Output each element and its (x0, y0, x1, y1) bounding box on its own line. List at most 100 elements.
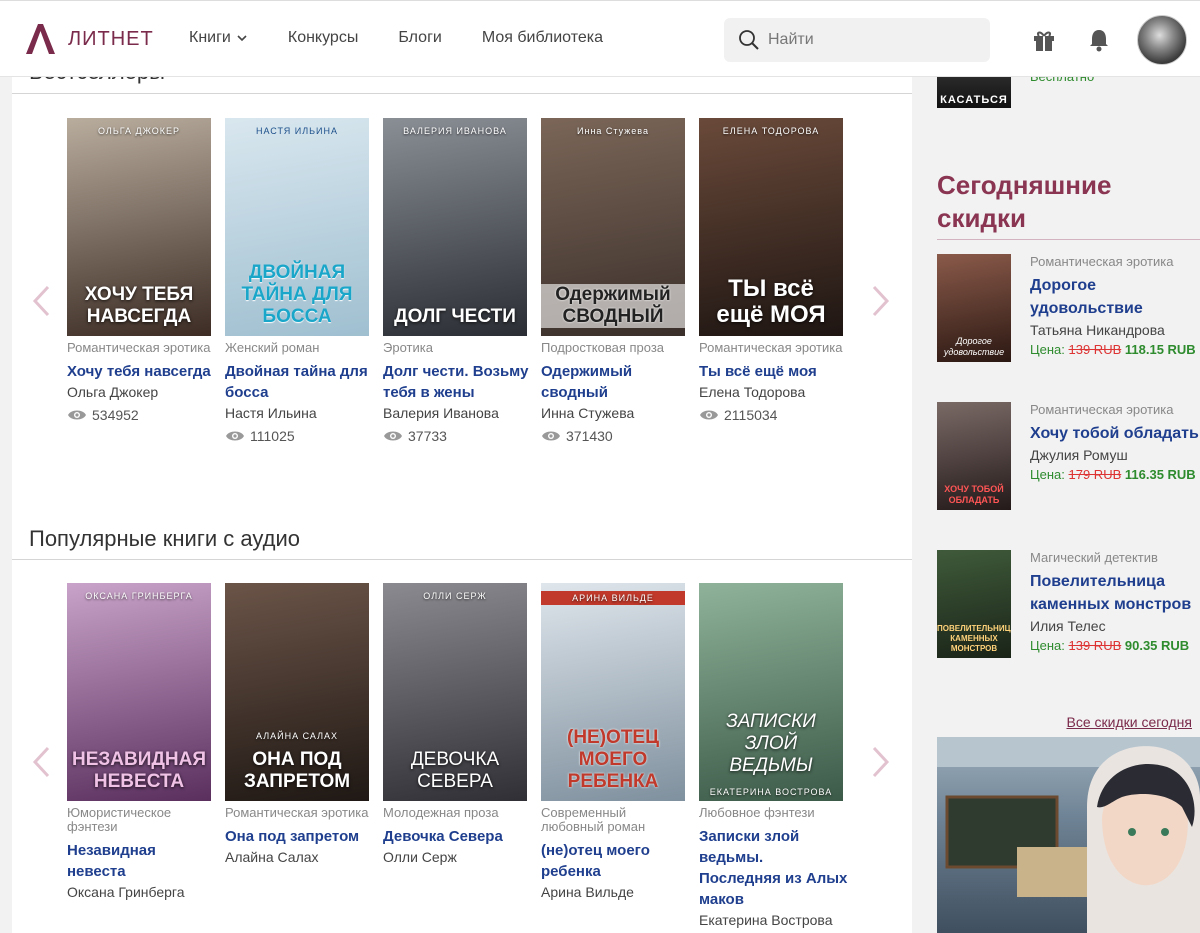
book-cover[interactable]: ЕКАТЕРИНА ВОСТРОВА ЗАПИСКИ ЗЛОЙ ВЕДЬМЫ (699, 583, 843, 801)
book-genre[interactable]: Эротика (383, 341, 533, 355)
logo[interactable]: ЛИТНЕТ (24, 21, 154, 57)
views-count: 2115034 (724, 407, 778, 423)
chevron-down-icon (237, 35, 247, 42)
book-title[interactable]: Она под запретом (225, 826, 375, 847)
book-card[interactable]: ОЛЛИ СЕРЖ ДЕВОЧКА СЕВЕРА Молодежная проза… (383, 583, 533, 867)
bestsellers-next-arrow-icon[interactable] (870, 284, 892, 318)
book-cover[interactable]: АЛАЙНА САЛАХ ОНА ПОД ЗАПРЕТОМ (225, 583, 369, 801)
audio-next-arrow-icon[interactable] (870, 745, 892, 779)
book-cover[interactable]: ПОВЕЛИТЕЛЬНИЦА КАМЕННЫХ МОНСТРОВ (937, 550, 1011, 658)
book-author[interactable]: Валерия Иванова (383, 403, 533, 423)
cover-title: НЕЗАВИДНАЯ НЕВЕСТА (71, 749, 207, 792)
cover-title: ДВОЙНАЯ ТАЙНА ДЛЯ БОССА (241, 262, 353, 327)
book-author[interactable]: Олли Серж (383, 847, 533, 867)
book-cover[interactable]: АРИНА ВИЛЬДЕ (НЕ)ОТЕЦ МОЕГО РЕБЕНКА (541, 583, 685, 801)
book-card[interactable]: АЛАЙНА САЛАХ ОНА ПОД ЗАПРЕТОМ Романтическ… (225, 583, 375, 867)
book-card[interactable]: ВАЛЕРИЯ ИВАНОВА ДОЛГ ЧЕСТИ Эротика Долг ч… (383, 118, 533, 444)
book-cover[interactable]: ОКСАНА ГРИНБЕРГА НЕЗАВИДНАЯ НЕВЕСТА (67, 583, 211, 801)
user-avatar[interactable] (1137, 15, 1187, 65)
book-card[interactable]: ЕЛЕНА ТОДОРОВА ТЫ всё ещё МОЯ Романтическ… (699, 118, 849, 423)
book-author[interactable]: Инна Стужева (541, 403, 691, 423)
eye-icon (68, 410, 86, 420)
deal-title[interactable]: Дорогое удовольствие (1030, 274, 1200, 320)
book-views: 37733 (383, 428, 533, 444)
deal-genre[interactable]: Магический детектив (1030, 550, 1200, 566)
book-card[interactable]: Инна Стужева Одержимый СВОДНЫЙ Подростков… (541, 118, 691, 444)
book-author[interactable]: Елена Тодорова (699, 382, 849, 402)
book-title[interactable]: Девочка Севера (383, 826, 533, 847)
book-author[interactable]: Ольга Джокер (67, 382, 217, 402)
book-author[interactable]: Арина Вильде (541, 882, 691, 902)
book-title[interactable]: Ты всё ещё моя (699, 361, 849, 382)
old-price: 179 RUB (1068, 467, 1122, 482)
book-card[interactable]: АРИНА ВИЛЬДЕ (НЕ)ОТЕЦ МОЕГО РЕБЕНКА Совре… (541, 583, 691, 902)
book-title[interactable]: Долг чести. Возьму тебя в жены (383, 361, 533, 403)
book-card[interactable]: ЕКАТЕРИНА ВОСТРОВА ЗАПИСКИ ЗЛОЙ ВЕДЬМЫ Лю… (699, 583, 849, 930)
deal-author[interactable]: Джулия Ромуш (1030, 445, 1200, 465)
book-author[interactable]: Екатерина Вострова (699, 910, 849, 930)
book-title[interactable]: Записки злой ведьмы. Последняя из Алых м… (699, 826, 849, 910)
nav-contests[interactable]: Конкурсы (288, 29, 358, 47)
bell-icon[interactable] (1086, 27, 1112, 53)
book-cover[interactable]: ЕЛЕНА ТОДОРОВА ТЫ всё ещё МОЯ (699, 118, 843, 336)
book-genre[interactable]: Романтическая эротика (67, 341, 217, 355)
book-genre[interactable]: Молодежная проза (383, 806, 533, 820)
nav-books[interactable]: Книги (189, 29, 248, 47)
book-title[interactable]: Двойная тайна для босса (225, 361, 375, 403)
book-title[interactable]: (не)отец моего ребенка (541, 840, 691, 882)
book-title[interactable]: Хочу тебя навсегда (67, 361, 217, 382)
search-icon[interactable] (738, 29, 760, 51)
book-cover[interactable]: ОЛЛИ СЕРЖ ДЕВОЧКА СЕВЕРА (383, 583, 527, 801)
deal-genre[interactable]: Романтическая эротика (1030, 254, 1200, 270)
gift-icon[interactable] (1031, 27, 1057, 53)
book-title[interactable]: Незавидная невеста (67, 840, 217, 882)
book-views: 2115034 (699, 407, 849, 423)
book-genre[interactable]: Романтическая эротика (225, 806, 375, 820)
book-genre[interactable]: Романтическая эротика (699, 341, 849, 355)
deal-genre[interactable]: Романтическая эротика (1030, 402, 1200, 418)
section-divider (937, 239, 1200, 240)
eye-icon (542, 431, 560, 441)
book-author[interactable]: Оксана Гринберга (67, 882, 217, 902)
book-author[interactable]: Алайна Салах (225, 847, 375, 867)
book-cover[interactable]: ХОЧУ ТОБОЙ ОБЛАДАТЬ (937, 402, 1011, 510)
search-box (724, 18, 990, 62)
bestsellers-prev-arrow-icon[interactable] (30, 284, 52, 318)
deal-title[interactable]: Хочу тобой обладать (1030, 422, 1200, 445)
book-cover[interactable]: НАСТЯ ИЛЬИНА ДВОЙНАЯ ТАЙНА ДЛЯ БОССА (225, 118, 369, 336)
book-genre[interactable]: Подростковая проза (541, 341, 691, 355)
cover-title: ТЫ всё ещё МОЯ (716, 275, 826, 328)
search-input[interactable] (768, 31, 968, 49)
cover-author: НАСТЯ ИЛЬИНА (255, 126, 339, 136)
book-card[interactable]: НАСТЯ ИЛЬИНА ДВОЙНАЯ ТАЙНА ДЛЯ БОССА Женс… (225, 118, 375, 444)
deal-title[interactable]: Повелительница каменных монстров (1030, 570, 1200, 616)
book-genre[interactable]: Юмористическое фэнтези (67, 806, 217, 834)
book-cover[interactable]: КАСАТЬСЯ (937, 77, 1011, 108)
deal-author[interactable]: Илия Телес (1030, 616, 1200, 636)
nav-my-library[interactable]: Моя библиотека (482, 29, 603, 47)
cover-title: (НЕ)ОТЕЦ МОЕГО РЕБЕНКА (567, 727, 659, 792)
book-card[interactable]: ОЛЬГА ДЖОКЕР ХОЧУ ТЕБЯ НАВСЕГДА Романтиче… (67, 118, 217, 423)
nav-blogs[interactable]: Блоги (398, 29, 442, 47)
nav-books-label: Книги (189, 29, 231, 46)
audio-prev-arrow-icon[interactable] (30, 745, 52, 779)
book-genre[interactable]: Современный любовный роман (541, 806, 691, 834)
cover-author: АРИНА ВИЛЬДЕ (541, 591, 685, 605)
old-price: 139 RUB (1068, 342, 1122, 357)
book-author[interactable]: Настя Ильина (225, 403, 375, 423)
deal-author[interactable]: Татьяна Никандрова (1030, 320, 1200, 340)
book-genre[interactable]: Любовное фэнтези (699, 806, 849, 820)
book-cover[interactable]: Инна Стужева Одержимый СВОДНЫЙ (541, 118, 685, 336)
promo-banner[interactable] (937, 737, 1200, 933)
book-card[interactable]: ОКСАНА ГРИНБЕРГА НЕЗАВИДНАЯ НЕВЕСТА Юмори… (67, 583, 217, 902)
book-genre[interactable]: Женский роман (225, 341, 375, 355)
book-cover[interactable]: ОЛЬГА ДЖОКЕР ХОЧУ ТЕБЯ НАВСЕГДА (67, 118, 211, 336)
cover-author: Инна Стужева (577, 126, 649, 136)
banner-illustration (937, 737, 1200, 933)
cover-title: Одержимый СВОДНЫЙ (541, 284, 685, 328)
cover-title: ХОЧУ ТЕБЯ НАВСЕГДА (84, 284, 194, 327)
book-cover[interactable]: Дорогое удовольствие (937, 254, 1011, 362)
all-deals-link[interactable]: Все скидки сегодня (1066, 714, 1192, 730)
book-cover[interactable]: ВАЛЕРИЯ ИВАНОВА ДОЛГ ЧЕСТИ (383, 118, 527, 336)
book-title[interactable]: Одержимый сводный (541, 361, 691, 403)
